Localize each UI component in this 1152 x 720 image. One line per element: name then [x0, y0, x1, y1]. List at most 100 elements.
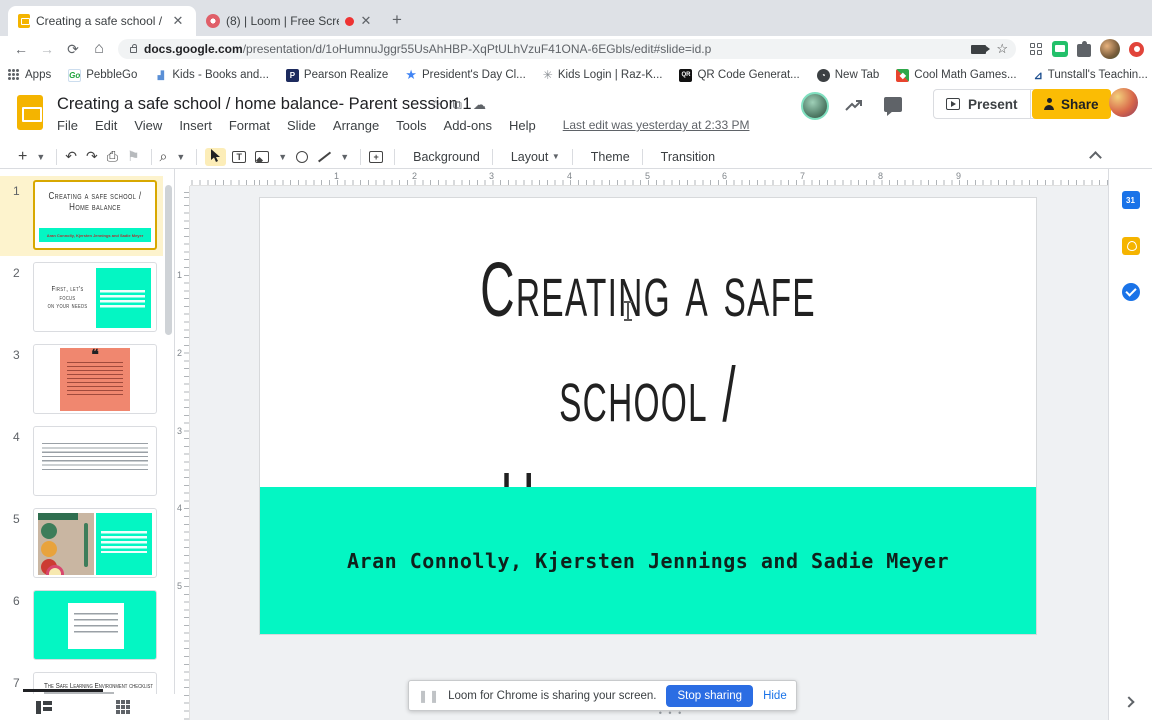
slide-canvas-area[interactable]: Creating a safe school / Home balance Ar…: [190, 186, 1152, 720]
kids-books-favicon: ▟: [154, 68, 168, 82]
menu-view[interactable]: View: [134, 118, 162, 133]
layout-button[interactable]: Layout ▼: [511, 150, 560, 164]
new-slide-dropdown[interactable]: ▼: [36, 152, 45, 162]
collapse-panel-chevron[interactable]: [1123, 696, 1135, 708]
menu-help[interactable]: Help: [509, 118, 536, 133]
slide-thumbnail-3[interactable]: 3 ❝: [0, 340, 163, 420]
menu-arrange[interactable]: Arrange: [333, 118, 379, 133]
collaborator-avatar[interactable]: [801, 92, 829, 120]
url-text: docs.google.com/presentation/d/1oHumnuJg…: [144, 42, 712, 56]
slide-number: 3: [13, 348, 20, 362]
keep-icon[interactable]: [1121, 237, 1140, 255]
insert-comment-icon[interactable]: +: [369, 150, 384, 163]
document-title[interactable]: Creating a safe school / home balance- P…: [57, 95, 472, 114]
bookmark-presidents-day[interactable]: ★ President's Day Cl...: [405, 67, 525, 83]
insert-line-icon[interactable]: [317, 150, 331, 164]
menu-bar: File Edit View Insert Format Slide Arran…: [57, 118, 749, 133]
select-cursor-icon[interactable]: [205, 147, 227, 166]
close-icon[interactable]: ✕: [358, 13, 374, 29]
slide-number: 7: [13, 676, 20, 690]
redo-icon[interactable]: ↷: [86, 148, 98, 165]
bookmark-cool-math[interactable]: ◆ Cool Math Games...: [896, 68, 1017, 82]
tasks-icon[interactable]: [1121, 283, 1140, 301]
close-icon[interactable]: ✕: [170, 13, 186, 29]
account-avatar[interactable]: [1109, 88, 1138, 117]
media-indicator-icon: [971, 44, 991, 54]
menu-edit[interactable]: Edit: [95, 118, 117, 133]
insert-shape-icon[interactable]: [296, 150, 309, 163]
bookmark-raz-kids[interactable]: ✳ Kids Login | Raz-K...: [543, 68, 663, 82]
activity-dashboard-icon[interactable]: [845, 100, 863, 112]
back-icon[interactable]: ←: [8, 41, 34, 57]
bookmark-tunstalls[interactable]: ⊿ Tunstall's Teachin...: [1034, 69, 1148, 82]
insert-image-icon[interactable]: [255, 150, 270, 163]
tab-slides[interactable]: Creating a safe school / home ✕: [8, 6, 196, 36]
qr-favicon: QR: [679, 68, 693, 82]
present-button[interactable]: Present: [934, 90, 1030, 118]
forward-icon[interactable]: →: [34, 41, 60, 57]
image-dropdown[interactable]: ▼: [278, 152, 287, 162]
extensions-puzzle-icon[interactable]: [1077, 40, 1091, 57]
drag-handle-icon[interactable]: ❚❚: [418, 689, 440, 703]
bookmark-star-icon[interactable]: ☆: [996, 41, 1008, 57]
slide-number: 4: [13, 430, 20, 444]
star-icon[interactable]: ☆: [430, 97, 453, 112]
undo-icon[interactable]: ↶: [65, 148, 77, 165]
zoom-icon[interactable]: ⌕: [160, 148, 168, 165]
cloud-status-icon[interactable]: ☁: [473, 97, 497, 112]
comments-icon[interactable]: [884, 97, 902, 116]
bookmark-pebblego[interactable]: Go PebbleGo: [68, 68, 137, 82]
menu-insert[interactable]: Insert: [179, 118, 212, 133]
horizontal-ruler[interactable]: 1 2 3 4 5 6 7 8 9: [190, 169, 1152, 186]
tab-groups-icon[interactable]: [1030, 42, 1043, 56]
bookmark-apps[interactable]: Apps: [8, 69, 51, 81]
filmstrip-view-button[interactable]: [36, 700, 52, 714]
new-slide-button[interactable]: +: [18, 148, 27, 166]
line-dropdown[interactable]: ▼: [340, 152, 349, 162]
transition-button[interactable]: Transition: [661, 150, 715, 164]
refresh-icon[interactable]: ⟳: [60, 41, 86, 58]
slide-thumbnail-4[interactable]: 4: [0, 422, 163, 502]
slides-logo[interactable]: [17, 95, 43, 130]
author-bar[interactable]: Aran Connolly, Kjersten Jennings and Sad…: [260, 487, 1036, 634]
bookmark-pearson[interactable]: P Pearson Realize: [285, 68, 388, 82]
vertical-ruler[interactable]: 1 2 3 4 5: [175, 186, 190, 720]
new-tab-button[interactable]: +: [392, 10, 402, 30]
hide-menus-chevron[interactable]: [1090, 150, 1100, 160]
menu-addons[interactable]: Add-ons: [444, 118, 492, 133]
menu-format[interactable]: Format: [229, 118, 270, 133]
screencast-extension-icon[interactable]: [1052, 41, 1068, 57]
stop-sharing-button[interactable]: Stop sharing: [666, 684, 754, 707]
theme-button[interactable]: Theme: [591, 150, 630, 164]
home-icon[interactable]: ⌂: [86, 40, 112, 58]
filmstrip-scrollbar[interactable]: [165, 185, 172, 335]
menu-file[interactable]: File: [57, 118, 78, 133]
grid-view-button[interactable]: [116, 700, 130, 714]
menu-slide[interactable]: Slide: [287, 118, 316, 133]
tab-loom[interactable]: (8) | Loom | Free Screen ✕: [196, 6, 384, 36]
hide-button[interactable]: Hide: [763, 690, 787, 702]
bookmark-qr-code[interactable]: QR QR Code Generat...: [679, 68, 800, 82]
slide-thumbnail-5[interactable]: 5: [0, 504, 163, 584]
slide-thumbnail-6[interactable]: 6: [0, 586, 163, 666]
slide-canvas[interactable]: Creating a safe school / Home balance Ar…: [259, 197, 1037, 635]
bookmark-new-tab[interactable]: ◔ New Tab: [816, 68, 879, 82]
slide-thumbnail-1[interactable]: 1 Creating a safe school / Home balance …: [0, 176, 163, 256]
last-edit-link[interactable]: Last edit was yesterday at 2:33 PM: [563, 118, 750, 133]
pearson-favicon: P: [285, 68, 299, 82]
print-icon[interactable]: ⎙: [107, 148, 118, 165]
share-button[interactable]: Share: [1032, 89, 1111, 119]
loom-extension-icon[interactable]: [1129, 41, 1144, 57]
bookmark-kids-books[interactable]: ▟ Kids - Books and...: [154, 68, 269, 82]
paint-format-icon[interactable]: ⚑: [127, 148, 140, 165]
browser-profile-avatar[interactable]: [1100, 39, 1120, 59]
url-bar[interactable]: docs.google.com/presentation/d/1oHumnuJg…: [118, 39, 1016, 59]
calendar-icon[interactable]: 31: [1121, 191, 1140, 209]
slide-thumbnail-2[interactable]: 2 First, let's focus on your needs: [0, 258, 163, 338]
zoom-dropdown[interactable]: ▼: [176, 152, 185, 162]
snowflake-favicon: ✳: [542, 68, 553, 82]
move-folder-icon[interactable]: ⧉: [453, 97, 473, 112]
background-button[interactable]: Background: [413, 150, 480, 164]
menu-tools[interactable]: Tools: [396, 118, 426, 133]
text-box-icon[interactable]: T: [232, 150, 247, 163]
